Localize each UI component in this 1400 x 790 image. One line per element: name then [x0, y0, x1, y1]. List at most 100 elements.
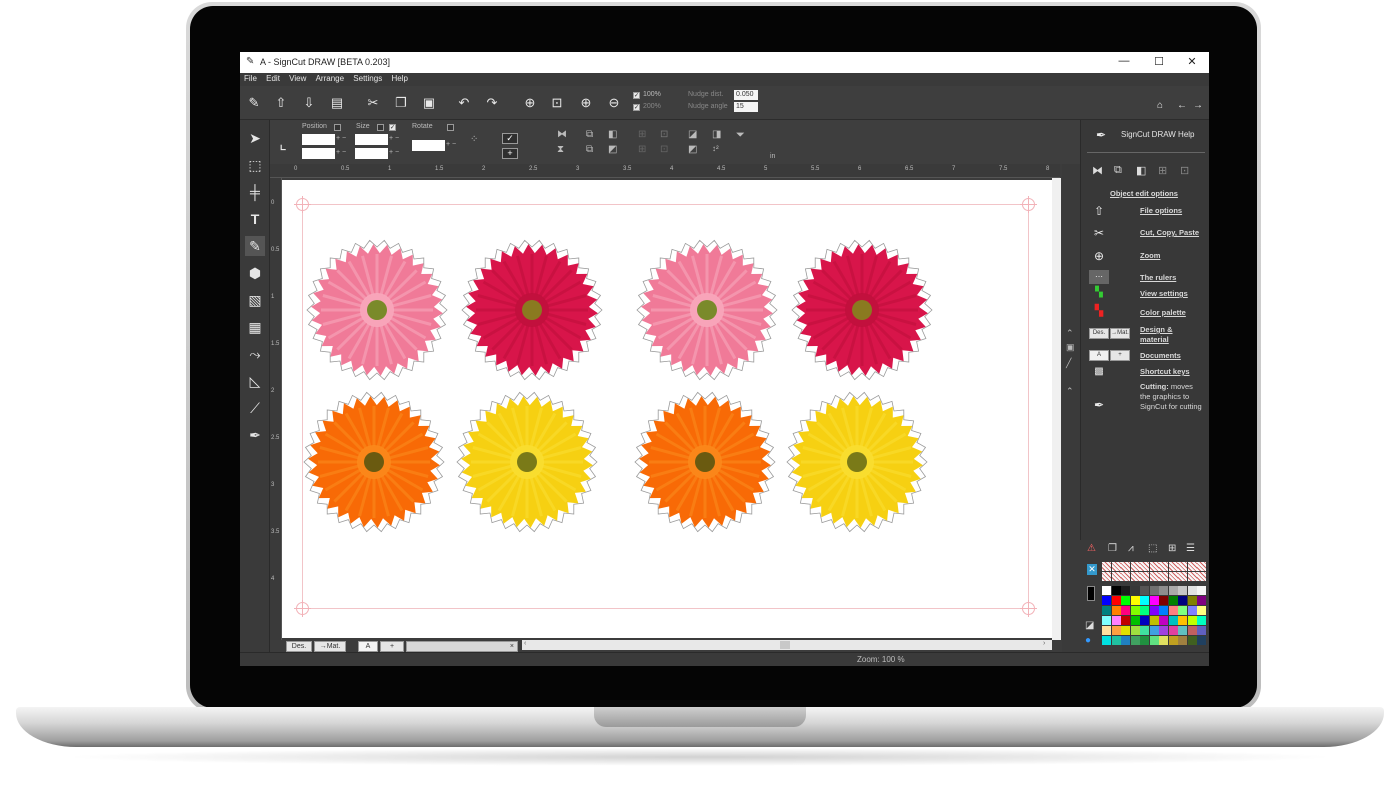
help-link-file-options[interactable]: File options: [1140, 206, 1182, 215]
color-swatch[interactable]: [1130, 626, 1140, 635]
color-swatch[interactable]: [1197, 626, 1206, 635]
color-swatch[interactable]: [1140, 636, 1149, 645]
color-swatch[interactable]: [1168, 626, 1178, 635]
color-swatch[interactable]: [1178, 586, 1187, 595]
combine-icon[interactable]: ◩: [608, 144, 617, 155]
scissors-icon[interactable]: ✂: [364, 94, 382, 112]
color-swatch[interactable]: [1111, 616, 1121, 625]
arrange-back-icon[interactable]: ◩: [688, 144, 697, 155]
select-arrow-icon[interactable]: ➤: [245, 128, 265, 148]
color-swatch[interactable]: [1159, 626, 1168, 635]
ruler-left[interactable]: 0 0.5 1 1.5 2 2.5 3 3.5 4: [270, 178, 282, 640]
unit-convert-icon[interactable]: ↕²: [712, 144, 719, 153]
size-proportional-checkbox[interactable]: ✓: [389, 124, 396, 131]
color-swatch[interactable]: [1102, 616, 1111, 625]
align-icon[interactable]: ⊞: [1158, 164, 1167, 177]
pattern-swatch[interactable]: [1149, 572, 1159, 581]
color-swatch[interactable]: [1149, 606, 1159, 615]
color-swatch[interactable]: [1140, 626, 1149, 635]
size-height-stepper[interactable]: + −: [389, 149, 399, 156]
color-swatch[interactable]: [1197, 616, 1206, 625]
save-icon[interactable]: ▣: [1066, 342, 1075, 353]
weld-icon[interactable]: ◧: [608, 129, 617, 140]
color-swatch[interactable]: [1187, 636, 1197, 645]
flower-graphic[interactable]: [791, 239, 933, 381]
group-icon[interactable]: ⧉: [1114, 164, 1122, 177]
cut-send-tool-icon[interactable]: ✒: [245, 425, 265, 445]
shape-tool-icon[interactable]: ⬢: [245, 263, 265, 283]
pattern-swatch[interactable]: [1130, 562, 1140, 571]
pattern-swatch[interactable]: [1111, 572, 1121, 581]
size-width-input[interactable]: [355, 134, 388, 145]
apply-check-button[interactable]: ✓: [502, 133, 518, 144]
pattern-swatch[interactable]: [1168, 562, 1178, 571]
back-arrow-icon[interactable]: ←: [1177, 100, 1187, 111]
node-select-icon[interactable]: ⬚: [245, 155, 265, 175]
material-tab[interactable]: →Mat.: [314, 641, 346, 652]
pattern-swatch[interactable]: [1111, 562, 1121, 571]
close-button[interactable]: ✕: [1182, 55, 1202, 68]
color-swatch[interactable]: [1168, 586, 1178, 595]
knife-tool-icon[interactable]: ⟋: [245, 398, 265, 418]
color-swatch[interactable]: [1140, 586, 1149, 595]
color-swatch[interactable]: [1121, 616, 1130, 625]
color-swatch[interactable]: [1102, 606, 1111, 615]
position-y-stepper[interactable]: + −: [336, 149, 346, 156]
position-lock-checkbox[interactable]: [334, 124, 341, 131]
color-swatch[interactable]: [1197, 586, 1206, 595]
copy-icon[interactable]: ❐: [392, 94, 410, 112]
design-page[interactable]: [282, 180, 1052, 638]
upload-icon[interactable]: ⇧: [272, 94, 290, 112]
zoom-100-checkbox[interactable]: ✓: [633, 92, 640, 99]
color-swatch[interactable]: [1111, 596, 1121, 605]
horizontal-scrollbar[interactable]: ‹ ›: [522, 640, 1052, 650]
pattern-swatch[interactable]: [1187, 562, 1197, 571]
align-top-icon[interactable]: ⊞: [638, 144, 646, 155]
color-swatch[interactable]: [1111, 586, 1121, 595]
position-x-input[interactable]: [302, 134, 335, 145]
color-swatch[interactable]: [1187, 626, 1197, 635]
color-swatch[interactable]: [1168, 596, 1178, 605]
bounding-box-icon[interactable]: ⬚: [1148, 543, 1157, 554]
color-swatch[interactable]: [1149, 596, 1159, 605]
current-color-swatch[interactable]: [1087, 586, 1095, 601]
color-swatch[interactable]: [1102, 626, 1111, 635]
pattern-swatch[interactable]: [1140, 572, 1149, 581]
color-swatch[interactable]: [1149, 636, 1159, 645]
scroll-left-icon[interactable]: ‹: [524, 640, 526, 647]
flower-graphic[interactable]: [634, 391, 776, 533]
paste-icon[interactable]: ▣: [420, 94, 438, 112]
arrange-icon[interactable]: ⊡: [1180, 164, 1189, 177]
color-swatch[interactable]: [1102, 636, 1111, 645]
pattern-swatch[interactable]: [1187, 572, 1197, 581]
color-swatch[interactable]: [1130, 606, 1140, 615]
color-swatch[interactable]: [1121, 626, 1130, 635]
color-swatch[interactable]: [1187, 616, 1197, 625]
flower-graphic[interactable]: [456, 391, 598, 533]
color-picker-icon[interactable]: ●: [1085, 635, 1091, 646]
color-swatch[interactable]: [1159, 636, 1168, 645]
lines-icon[interactable]: ☰: [1186, 543, 1195, 554]
pattern-swatch[interactable]: [1149, 562, 1159, 571]
pattern-swatch[interactable]: [1197, 562, 1206, 571]
color-swatch[interactable]: [1159, 606, 1168, 615]
canvas-area[interactable]: [282, 178, 1060, 640]
color-swatch[interactable]: [1178, 636, 1187, 645]
pencil-tool-icon[interactable]: ✎: [245, 236, 265, 256]
vertical-scrollbar[interactable]: [1052, 178, 1061, 640]
color-swatch[interactable]: [1197, 596, 1206, 605]
warning-icon[interactable]: ⚠: [1087, 543, 1096, 554]
mirror-icon[interactable]: ⧓: [1092, 164, 1103, 177]
rotate-input[interactable]: [412, 140, 445, 151]
forward-arrow-icon[interactable]: →: [1193, 100, 1203, 111]
pattern-swatch[interactable]: [1102, 572, 1111, 581]
flower-graphic[interactable]: [461, 239, 603, 381]
color-swatch[interactable]: [1140, 596, 1149, 605]
help-link-cut-copy-paste[interactable]: Cut, Copy, Paste: [1140, 228, 1199, 237]
text-path-icon[interactable]: ⩘: [1128, 543, 1134, 554]
undo-icon[interactable]: ↶: [455, 94, 473, 112]
color-swatch[interactable]: [1111, 626, 1121, 635]
close-document-tab[interactable]: ×: [406, 641, 518, 652]
edit-icon[interactable]: ✎: [245, 94, 263, 112]
color-swatch[interactable]: [1159, 616, 1168, 625]
